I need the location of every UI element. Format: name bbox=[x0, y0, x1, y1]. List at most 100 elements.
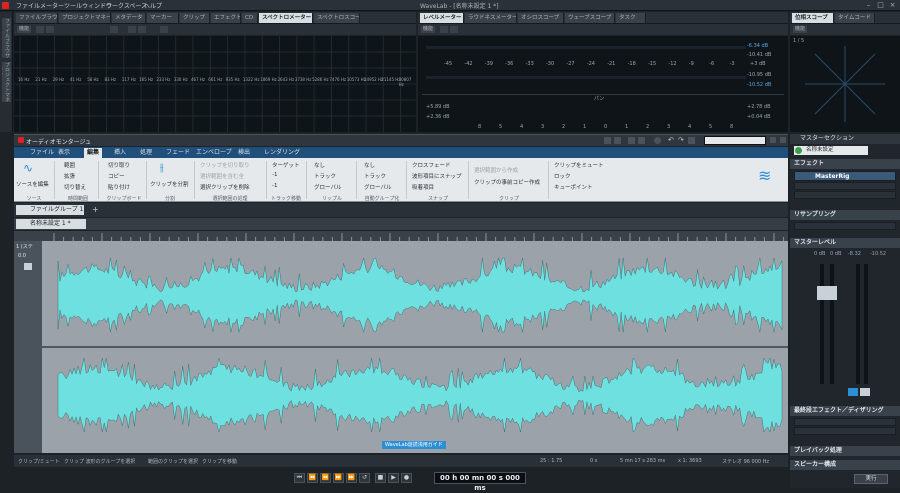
image-icon[interactable] bbox=[160, 26, 168, 33]
tab-left-2[interactable]: メタデータ bbox=[112, 13, 146, 23]
camera-icon[interactable] bbox=[128, 26, 136, 33]
ripple-none[interactable]: なし bbox=[314, 161, 325, 169]
tab-left-7[interactable]: スペクトロメーター bbox=[259, 13, 313, 23]
status-range-select[interactable]: 範囲のクリップを選択 bbox=[148, 458, 198, 465]
split-clip-button[interactable]: クリップを分割 bbox=[150, 180, 189, 188]
track-minus2[interactable]: -1 bbox=[272, 183, 277, 189]
ribbon-tab-8[interactable]: レンダリング bbox=[264, 148, 300, 158]
effect-slot-3[interactable] bbox=[794, 191, 896, 199]
minimize-icon[interactable]: – bbox=[864, 1, 873, 9]
maximize-icon[interactable]: □ bbox=[876, 1, 885, 9]
folder-icon[interactable] bbox=[138, 26, 146, 33]
source-edit-button[interactable]: ソースを編集 bbox=[16, 180, 49, 188]
tab-mid-3[interactable]: ウェーブスコープ bbox=[565, 13, 615, 23]
fader-knob-r[interactable] bbox=[827, 286, 837, 300]
master-rig-slot[interactable]: MasterRig bbox=[794, 171, 896, 181]
ribbon-tab-2[interactable]: 編集 bbox=[84, 148, 103, 158]
montage-option-icon[interactable] bbox=[770, 137, 776, 143]
menu-meter[interactable]: メーター bbox=[40, 1, 64, 10]
speaker-section[interactable]: スピーカー構成 bbox=[790, 460, 900, 470]
tab-right-0[interactable]: 位相スコープ bbox=[792, 13, 834, 23]
document-tab[interactable]: 名称未設定 1 * bbox=[16, 219, 86, 229]
effects-section[interactable]: エフェクト bbox=[790, 159, 900, 169]
ribbon-tab-4[interactable]: 処理 bbox=[140, 148, 152, 158]
tab-left-5[interactable]: エフェクト bbox=[211, 13, 241, 23]
snap-wave-toggle[interactable]: 波形項目にスナップ bbox=[412, 172, 462, 180]
phase-func-button[interactable]: 機能 bbox=[793, 26, 808, 33]
cuepoint-button[interactable]: キューポイント bbox=[554, 183, 593, 191]
tab-left-0[interactable]: ファイルブラウザー bbox=[16, 13, 58, 23]
side-tab-filebrowser[interactable]: ファイルブラウザー bbox=[2, 18, 11, 58]
status-clip-mute[interactable]: クリップ/ミュート bbox=[18, 458, 60, 465]
close-icon[interactable]: × bbox=[888, 1, 897, 9]
tab-mid-2[interactable]: オシロスコープ bbox=[518, 13, 564, 23]
ribbon-tab-5[interactable]: フェード bbox=[166, 148, 190, 158]
copy-button[interactable]: コピー bbox=[108, 172, 125, 180]
play-icon[interactable] bbox=[110, 26, 118, 33]
final-slot-2[interactable] bbox=[794, 427, 896, 435]
fader-knob-l[interactable] bbox=[817, 286, 827, 300]
menu-workspace[interactable]: ワークスペース bbox=[106, 1, 147, 10]
zoom-select[interactable] bbox=[704, 136, 766, 145]
preset-select[interactable]: 名称未設定 bbox=[794, 146, 868, 155]
clip-delete-button[interactable]: 選択クリップを削除 bbox=[200, 183, 250, 191]
tab-mid-4[interactable]: タスク bbox=[616, 13, 646, 23]
menu-file[interactable]: ファイル bbox=[16, 1, 40, 10]
crossfade-toggle[interactable]: クロスフェード bbox=[412, 161, 451, 169]
paste-button[interactable]: 貼り付け bbox=[108, 183, 130, 191]
autogroup-global[interactable]: グローバル bbox=[364, 183, 391, 191]
create-from-selection[interactable]: 選択範囲から作成 bbox=[474, 166, 518, 174]
open-icon[interactable] bbox=[614, 137, 621, 144]
level-check-icon[interactable] bbox=[440, 26, 448, 33]
transport-button-2[interactable]: ⏪ bbox=[320, 473, 331, 483]
render-button[interactable]: 実行 bbox=[854, 474, 888, 484]
clip-mute-toggle[interactable]: クリップをミュート bbox=[554, 161, 604, 169]
refresh-icon[interactable] bbox=[46, 26, 54, 33]
transport-button-5[interactable]: ↺ bbox=[359, 473, 370, 483]
status-group-select[interactable]: クリップ 波形のグループを選択 bbox=[64, 458, 135, 465]
playback-section[interactable]: プレイバック処理 bbox=[790, 446, 900, 456]
master-level-section[interactable]: マスターレベル bbox=[790, 238, 900, 248]
waveform-canvas[interactable] bbox=[42, 241, 788, 453]
clip-precopy[interactable]: クリップの事前コピー作成 bbox=[474, 178, 540, 186]
ribbon-tab-0[interactable]: ファイル bbox=[30, 148, 54, 158]
tab-left-6[interactable]: CD bbox=[242, 13, 258, 23]
track-minus1[interactable]: -1 bbox=[272, 172, 277, 178]
target-select[interactable]: ターゲット bbox=[272, 161, 300, 169]
side-tab-projectmanager[interactable]: プロジェクトマネージャー bbox=[2, 62, 11, 102]
menu-help[interactable]: ヘルプ bbox=[144, 1, 162, 10]
snap-grid-toggle[interactable]: 吸着項目 bbox=[412, 183, 434, 191]
saveas-icon[interactable] bbox=[638, 137, 645, 144]
ripple-global[interactable]: グローバル bbox=[314, 183, 341, 191]
final-effects-section[interactable]: 最終段エフェクト／ディザリング bbox=[790, 406, 900, 416]
resampling-section[interactable]: リサンプリング bbox=[790, 210, 900, 220]
tab-left-8[interactable]: スペクトロスコープ bbox=[314, 13, 360, 23]
ribbon-tab-3[interactable]: 挿入 bbox=[114, 148, 126, 158]
link-icon[interactable] bbox=[848, 388, 858, 396]
cut-button[interactable]: 切り取り bbox=[108, 161, 130, 169]
track-mute-icon[interactable] bbox=[24, 263, 32, 270]
tab-left-3[interactable]: マーカー bbox=[147, 13, 179, 23]
file-group-tab[interactable]: ファイルグループ 1 bbox=[16, 205, 84, 215]
range-button[interactable]: 範囲 bbox=[64, 161, 75, 169]
tab-left-4[interactable]: クリップ bbox=[180, 13, 210, 23]
add-group-icon[interactable]: + bbox=[92, 205, 99, 215]
level-refresh-icon[interactable] bbox=[450, 26, 458, 33]
transport-button-7[interactable]: ▶ bbox=[388, 473, 399, 483]
clip-all-button[interactable]: 選択範囲を含む全 bbox=[200, 172, 244, 180]
ribbon-tab-7[interactable]: 検出 bbox=[238, 148, 250, 158]
lock-button[interactable]: ロック bbox=[554, 172, 571, 180]
check-icon[interactable] bbox=[36, 26, 44, 33]
transport-button-4[interactable]: ⏩ bbox=[346, 473, 357, 483]
status-clip-move[interactable]: クリップを移動 bbox=[202, 458, 237, 465]
menu-toolwindow[interactable]: ツールウィンドウ bbox=[64, 1, 112, 10]
power-icon[interactable] bbox=[795, 147, 802, 154]
history-icon[interactable] bbox=[688, 137, 695, 144]
settings-icon[interactable] bbox=[654, 137, 661, 144]
transport-button-1[interactable]: ⏪ bbox=[307, 473, 318, 483]
resampling-slot[interactable] bbox=[794, 222, 896, 230]
redo-icon[interactable]: ↷ bbox=[678, 137, 685, 144]
source-edit-icon[interactable]: ∿ bbox=[23, 161, 39, 175]
lock-icon[interactable] bbox=[860, 388, 870, 396]
extend-button[interactable]: 拡張 bbox=[64, 172, 75, 180]
